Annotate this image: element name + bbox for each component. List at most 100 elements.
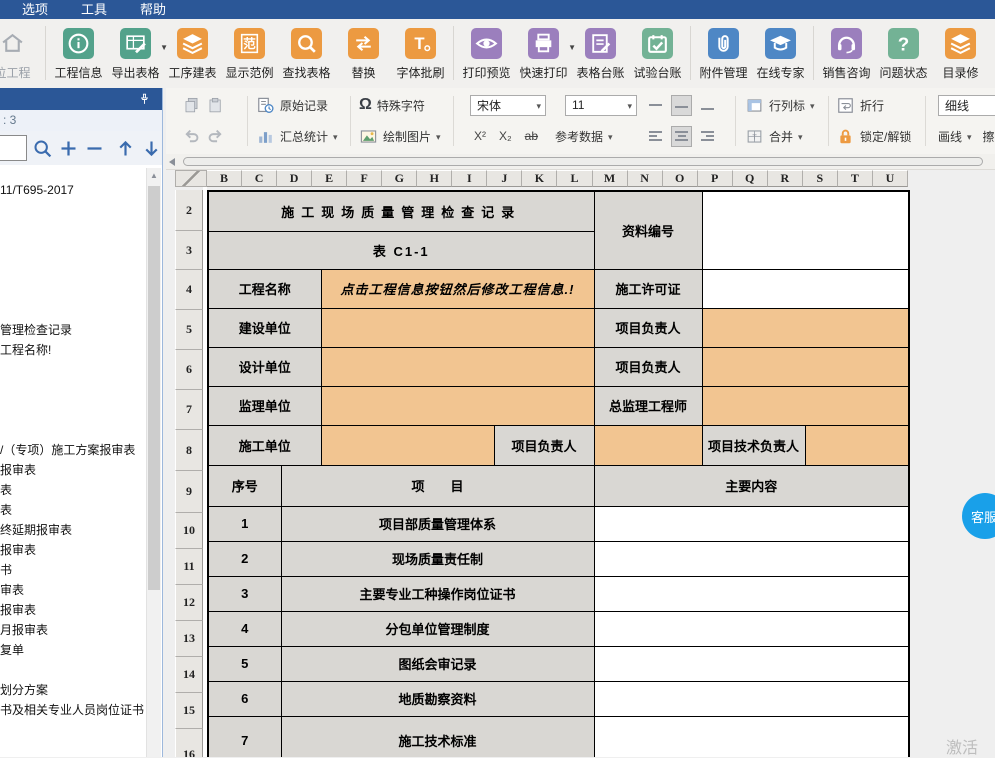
process-table-button[interactable]: 工序建表 bbox=[164, 19, 221, 81]
cell-item-content[interactable] bbox=[594, 646, 909, 681]
table-ledger-button[interactable]: 表格台账 bbox=[572, 19, 629, 81]
cell-item-no[interactable]: 3 bbox=[208, 576, 281, 611]
find-table-button[interactable]: 查找表格 bbox=[278, 19, 335, 81]
tree-scrollbar[interactable]: ▲ bbox=[146, 168, 161, 757]
issue-status-button[interactable]: ?问题状态 bbox=[875, 19, 932, 81]
hscrollbar-thumb[interactable] bbox=[183, 157, 983, 166]
tree-item[interactable]: 终延期报审表 bbox=[0, 520, 146, 540]
align-middle-button[interactable] bbox=[671, 95, 692, 116]
ref-data-button[interactable]: 参考数据 bbox=[555, 128, 603, 145]
tree-item[interactable]: 复单 bbox=[0, 640, 146, 660]
project-name-value-cell[interactable]: 点击工程信息按钮然后修改工程信息.! bbox=[321, 269, 594, 308]
row-header-12[interactable]: 12 bbox=[175, 585, 203, 621]
tree-item[interactable]: 报审表 bbox=[0, 540, 146, 560]
attachment-manager-button[interactable]: 附件管理 bbox=[695, 19, 752, 81]
quick-print-button[interactable]: 快速打印▼ bbox=[515, 19, 572, 81]
tree-item[interactable]: 审表 bbox=[0, 580, 146, 600]
column-header-F[interactable]: F bbox=[347, 170, 382, 187]
tree-item[interactable]: 11/T695-2017 bbox=[0, 180, 146, 200]
column-header-D[interactable]: D bbox=[277, 170, 312, 187]
row-header-4[interactable]: 4 bbox=[175, 270, 203, 310]
summary-stats-button[interactable]: 汇总统计 bbox=[256, 122, 338, 150]
column-header-K[interactable]: K bbox=[522, 170, 557, 187]
row-header-8[interactable]: 8 bbox=[175, 430, 203, 471]
row-header-3[interactable]: 3 bbox=[175, 231, 203, 270]
build-leader-value-cell[interactable] bbox=[702, 308, 909, 347]
row-header-10[interactable]: 10 bbox=[175, 513, 203, 549]
align-bottom-button[interactable] bbox=[697, 95, 718, 116]
undo-icon[interactable] bbox=[182, 127, 201, 146]
line-style-select[interactable]: 细线 bbox=[938, 95, 995, 116]
tree-search-input[interactable] bbox=[0, 135, 27, 161]
row-header-16[interactable]: 16 bbox=[175, 729, 203, 757]
copy-icon[interactable] bbox=[182, 96, 201, 115]
row-header-13[interactable]: 13 bbox=[175, 621, 203, 657]
project-name-label-cell[interactable]: 工程名称 bbox=[208, 269, 321, 308]
strikethrough-button[interactable]: ab bbox=[521, 129, 542, 143]
tree-item[interactable]: 划分方案 bbox=[0, 680, 146, 700]
cell-item-no[interactable]: 7 bbox=[208, 716, 281, 757]
column-header-C[interactable]: C bbox=[242, 170, 277, 187]
select-all-corner[interactable] bbox=[175, 170, 207, 187]
align-center-button[interactable] bbox=[671, 126, 692, 147]
tree-item[interactable]: 工程名称! bbox=[0, 340, 146, 360]
scroll-up-arrow[interactable]: ▲ bbox=[147, 168, 161, 183]
form-title-cell[interactable]: 施工现场质量管理检查记录 bbox=[208, 191, 594, 231]
construct-unit-label-cell[interactable]: 施工单位 bbox=[208, 425, 321, 465]
design-leader-label-cell[interactable]: 项目负责人 bbox=[594, 347, 702, 386]
column-header-N[interactable]: N bbox=[628, 170, 663, 187]
column-header-M[interactable]: M bbox=[593, 170, 628, 187]
font-brush-button[interactable]: T字体批刷 bbox=[392, 19, 449, 81]
column-header-G[interactable]: G bbox=[382, 170, 417, 187]
row-col-header-button[interactable]: 行列标 bbox=[745, 91, 815, 119]
permit-label-cell[interactable]: 施工许可证 bbox=[594, 269, 702, 308]
tech-leader-label-cell[interactable]: 项目技术负责人 bbox=[702, 425, 805, 465]
row-header-14[interactable]: 14 bbox=[175, 657, 203, 693]
menu-item-工具[interactable]: 工具 bbox=[81, 0, 107, 19]
font-name-select[interactable]: 宋体 bbox=[470, 95, 546, 116]
original-record-button[interactable]: 原始记录 bbox=[256, 91, 338, 119]
align-left-button[interactable] bbox=[645, 126, 666, 147]
project-info-button[interactable]: 工程信息 bbox=[50, 19, 107, 81]
cell-item-text[interactable]: 现场质量责任制 bbox=[281, 541, 594, 576]
cell-item-text[interactable]: 施工技术标准 bbox=[281, 716, 594, 757]
row-header-2[interactable]: 2 bbox=[175, 190, 203, 231]
sales-consult-button[interactable]: 销售咨询 bbox=[818, 19, 875, 81]
row-header-6[interactable]: 6 bbox=[175, 350, 203, 390]
align-top-button[interactable] bbox=[645, 95, 666, 116]
tree-item[interactable]: 管理检查记录 bbox=[0, 320, 146, 340]
cell-item-content[interactable] bbox=[594, 506, 909, 541]
merge-button[interactable]: T 合并 bbox=[745, 122, 815, 150]
cell-item-text[interactable]: 主要专业工种操作岗位证书 bbox=[281, 576, 594, 611]
expand-icon[interactable] bbox=[58, 137, 79, 159]
doc-no-value-cell[interactable] bbox=[702, 191, 909, 269]
menu-item-选项[interactable]: 选项 bbox=[22, 0, 48, 19]
row-header-5[interactable]: 5 bbox=[175, 310, 203, 350]
item-header-cell[interactable]: 项 目 bbox=[281, 465, 594, 506]
permit-value-cell[interactable] bbox=[702, 269, 909, 308]
cell-item-no[interactable]: 6 bbox=[208, 681, 281, 716]
chief-engineer-label-cell[interactable]: 总监理工程师 bbox=[594, 386, 702, 425]
align-right-button[interactable] bbox=[697, 126, 718, 147]
tree-item[interactable]: 月报审表 bbox=[0, 620, 146, 640]
design-unit-value-cell[interactable] bbox=[321, 347, 594, 386]
doc-no-label-cell[interactable]: 资料编号 bbox=[594, 191, 702, 269]
lock-unlock-button[interactable]: 锁定/解锁 bbox=[836, 122, 911, 150]
show-sample-button[interactable]: 范显示范例 bbox=[221, 19, 278, 81]
draw-line-button[interactable]: 画线 擦 bbox=[938, 122, 995, 150]
column-header-Q[interactable]: Q bbox=[733, 170, 768, 187]
cell-item-text[interactable]: 地质勘察资料 bbox=[281, 681, 594, 716]
cell-item-content[interactable] bbox=[594, 541, 909, 576]
tech-leader-value-cell[interactable] bbox=[805, 425, 909, 465]
online-expert-button[interactable]: 在线专家 bbox=[752, 19, 809, 81]
build-unit-label-cell[interactable]: 建设单位 bbox=[208, 308, 321, 347]
wrap-button[interactable]: 折行 bbox=[836, 91, 911, 119]
column-header-L[interactable]: L bbox=[557, 170, 592, 187]
form-subtitle-cell[interactable]: 表 C1-1 bbox=[208, 231, 594, 269]
column-header-E[interactable]: E bbox=[312, 170, 347, 187]
move-down-icon[interactable] bbox=[141, 137, 162, 159]
horizontal-scrollbar[interactable] bbox=[166, 154, 995, 170]
project-leader-label-cell[interactable]: 项目负责人 bbox=[494, 425, 594, 465]
cell-item-no[interactable]: 1 bbox=[208, 506, 281, 541]
paste-icon[interactable] bbox=[206, 96, 225, 115]
